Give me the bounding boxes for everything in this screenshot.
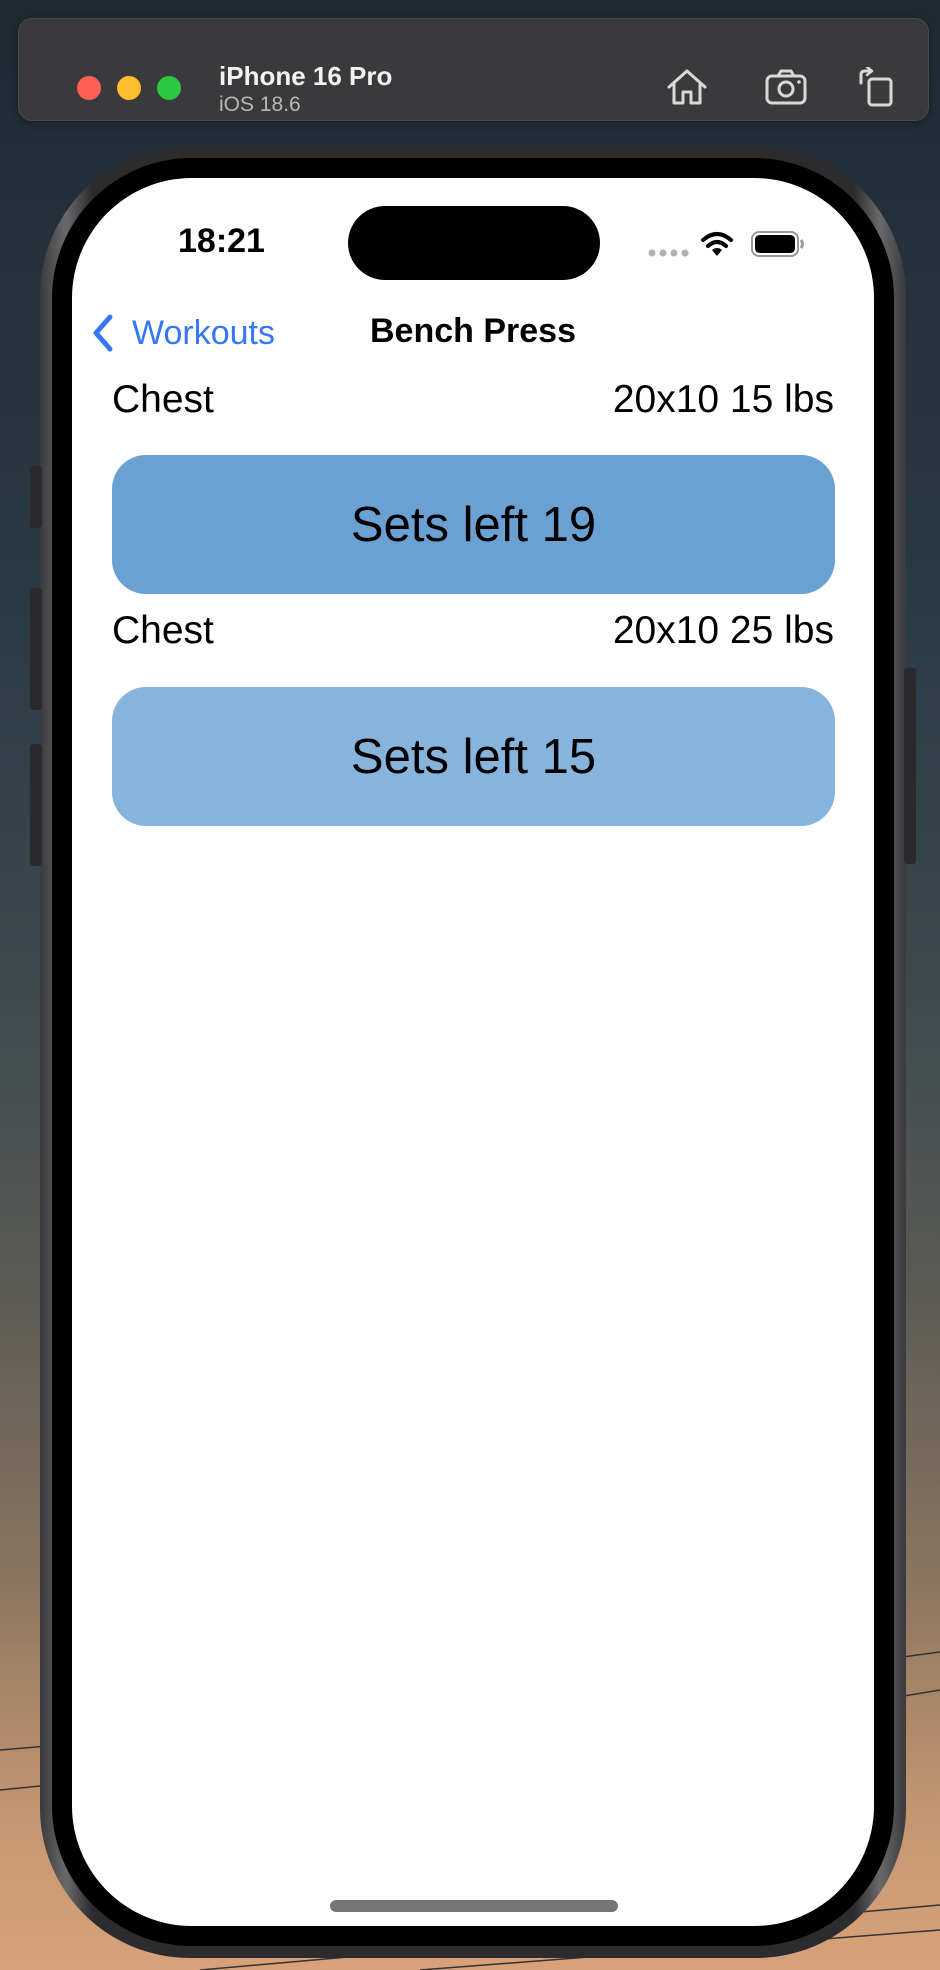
home-icon[interactable] (665, 67, 709, 107)
sets-reps-weight-label: 20x10 25 lbs (612, 609, 834, 652)
sets-reps-weight-label: 20x10 15 lbs (612, 378, 834, 421)
screenshot-icon[interactable] (764, 67, 808, 107)
page-title: Bench Press (370, 312, 576, 350)
close-window-button[interactable] (77, 76, 101, 100)
rotate-icon[interactable] (855, 67, 899, 107)
volume-down-button[interactable] (30, 744, 42, 866)
status-time: 18:21 (178, 222, 265, 260)
muscle-group-label: Chest (112, 609, 214, 652)
muscle-group-label: Chest (112, 378, 214, 421)
device-name: iPhone 16 Pro (219, 61, 393, 91)
home-indicator[interactable] (330, 1900, 618, 1912)
sets-left-button[interactable]: Sets left 19 (112, 455, 835, 594)
phone-screen: 18:21 Workouts Bench Press Chest 20x10 1… (72, 178, 874, 1926)
cellular-signal-icon (648, 249, 689, 257)
battery-icon (751, 231, 804, 257)
volume-up-button[interactable] (30, 588, 42, 710)
power-button[interactable] (904, 668, 916, 864)
exercise-row: Chest 20x10 25 lbs (112, 609, 834, 653)
dynamic-island (348, 206, 600, 280)
wifi-icon (701, 232, 733, 256)
minimize-window-button[interactable] (117, 76, 141, 100)
exercise-row: Chest 20x10 15 lbs (112, 378, 834, 422)
device-os-version: iOS 18.6 (219, 93, 301, 116)
zoom-window-button[interactable] (157, 76, 181, 100)
simulator-toolbar: iPhone 16 Pro iOS 18.6 (18, 18, 929, 121)
sets-left-button[interactable]: Sets left 15 (112, 687, 835, 826)
action-button[interactable] (30, 466, 42, 528)
